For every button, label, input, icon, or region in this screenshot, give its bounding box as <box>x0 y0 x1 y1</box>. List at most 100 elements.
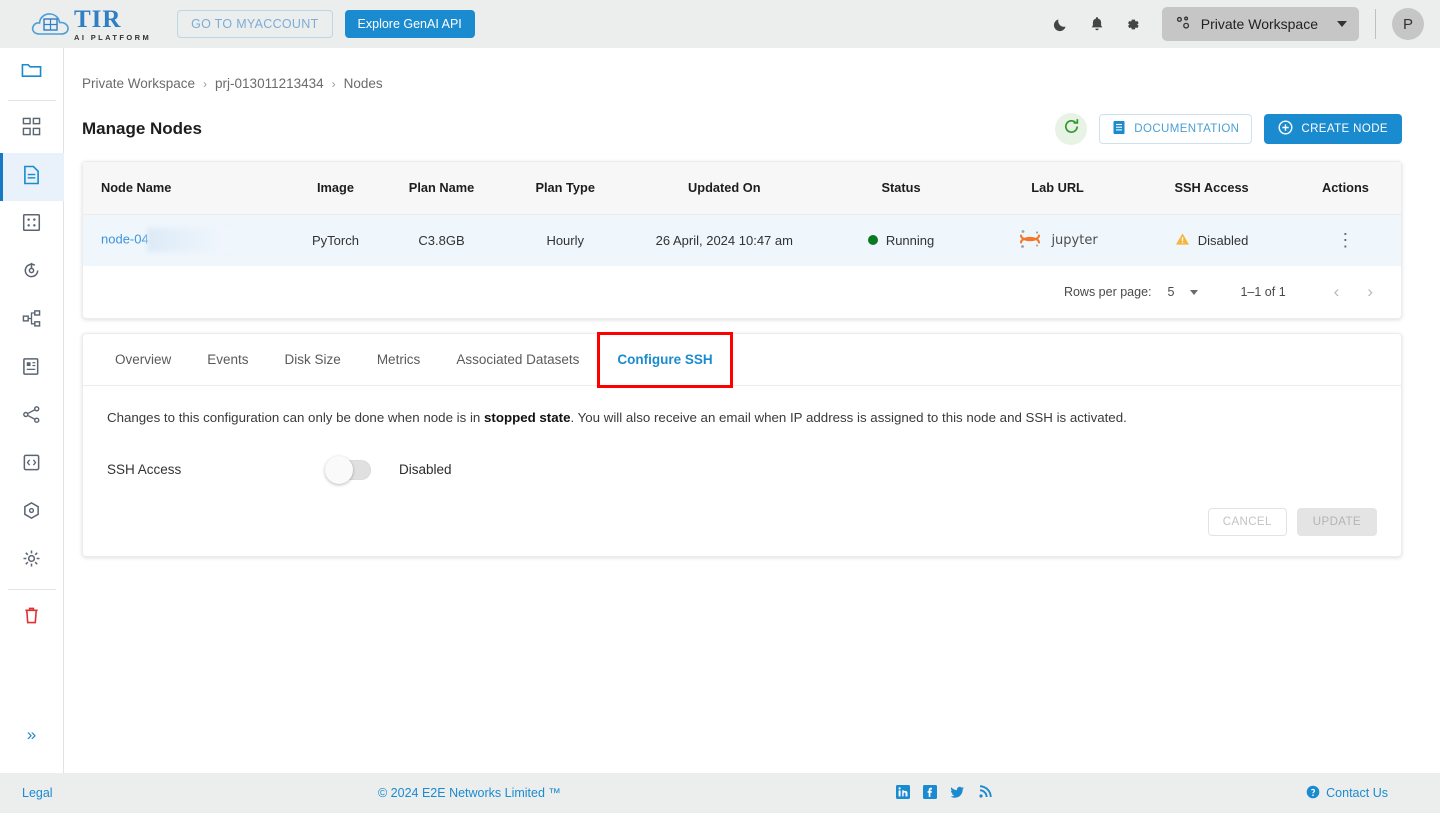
breadcrumb-separator: › <box>203 76 208 91</box>
documentation-button[interactable]: DOCUMENTATION <box>1099 114 1253 144</box>
footer-contact-us[interactable]: Contact Us <box>1306 785 1388 802</box>
code-brackets-icon <box>22 453 41 477</box>
column-header-updated-on: Updated On <box>628 162 821 215</box>
breadcrumb-item-workspace[interactable]: Private Workspace <box>82 76 195 91</box>
cloud-logo-icon <box>30 8 72 40</box>
user-avatar[interactable]: P <box>1392 8 1424 40</box>
app-logo[interactable]: TIR AI PLATFORM <box>30 7 151 42</box>
chevron-down-icon <box>1337 21 1347 27</box>
footer-social-links <box>896 784 992 802</box>
sidebar-item-datasets[interactable] <box>0 201 64 249</box>
tab-events[interactable]: Events <box>189 334 266 386</box>
target-inference-icon <box>22 261 41 285</box>
rows-per-page-select[interactable]: 5 <box>1168 285 1199 299</box>
refresh-button[interactable] <box>1055 113 1088 145</box>
sidebar-item-models[interactable] <box>0 489 64 537</box>
configure-ssh-body: Changes to this configuration can only b… <box>83 386 1401 556</box>
ssh-access-toggle[interactable] <box>325 455 371 484</box>
twitter-icon[interactable] <box>950 785 965 802</box>
divider <box>7 100 56 101</box>
workspace-icon <box>1174 15 1192 34</box>
create-node-label: CREATE NODE <box>1301 123 1388 135</box>
dark-mode-icon[interactable] <box>1046 9 1076 39</box>
ssh-notice-part1: Changes to this configuration can only b… <box>107 410 485 425</box>
pagination-next-button[interactable]: › <box>1353 282 1387 302</box>
sidebar-item-registry[interactable] <box>0 345 64 393</box>
dashboard-icon <box>22 117 41 141</box>
update-button[interactable]: UPDATE <box>1296 507 1377 536</box>
sidebar-item-code[interactable] <box>0 441 64 489</box>
status-label: Running <box>885 232 935 248</box>
column-header-actions: Actions <box>1289 162 1401 215</box>
tab-disk-size[interactable]: Disk Size <box>267 334 359 386</box>
gear-icon <box>22 549 41 573</box>
nodes-table-card: Node Name Image Plan Name Plan Type Upda… <box>82 161 1402 319</box>
grid-storage-icon <box>22 213 41 237</box>
logo-title: TIR <box>74 5 122 33</box>
workspace-selector[interactable]: Private Workspace <box>1161 7 1359 41</box>
jupyter-label: jupyter <box>1051 232 1098 248</box>
ssh-notice-part2: . You will also receive an email when IP… <box>570 410 1127 425</box>
contact-us-label: Contact Us <box>1326 786 1388 800</box>
documentation-label: DOCUMENTATION <box>1134 123 1240 135</box>
notifications-icon[interactable] <box>1082 9 1112 39</box>
cell-actions: ⋮ <box>1290 214 1401 266</box>
sidebar-item-endpoints[interactable] <box>0 393 64 441</box>
row-actions-menu-icon[interactable]: ⋮ <box>1336 230 1354 250</box>
column-header-image: Image <box>290 162 381 215</box>
sidebar-item-inference[interactable] <box>0 249 64 297</box>
explore-genai-api-button[interactable]: Explore GenAI API <box>344 10 475 38</box>
sidebar-expand-button[interactable]: » <box>0 711 64 759</box>
ssh-panel-actions: CANCEL UPDATE <box>107 507 1377 536</box>
rss-icon[interactable] <box>978 784 992 802</box>
column-header-node-name: Node Name <box>83 162 291 215</box>
tab-associated-datasets[interactable]: Associated Datasets <box>438 334 597 386</box>
tab-overview[interactable]: Overview <box>97 334 189 386</box>
cell-image: PyTorch <box>311 232 359 248</box>
breadcrumb-item-project[interactable]: prj-013011213434 <box>215 76 324 91</box>
jupyter-link[interactable]: jupyter <box>983 228 1132 253</box>
table-pagination: Rows per page: 5 1–1 of 1 ‹ › <box>83 266 1401 318</box>
sidebar-item-trash[interactable] <box>0 594 64 642</box>
pagination-prev-button[interactable]: ‹ <box>1320 282 1354 302</box>
plus-circle-icon <box>1278 120 1293 138</box>
share-nodes-icon <box>22 405 41 429</box>
top-bar: TIR AI PLATFORM GO TO MYACCOUNT Explore … <box>0 0 1440 48</box>
footer-legal-link[interactable]: Legal <box>22 786 53 800</box>
tab-configure-ssh[interactable]: Configure SSH <box>597 331 733 388</box>
column-header-status: Status <box>820 162 982 215</box>
facebook-icon[interactable] <box>923 784 937 802</box>
ssh-access-field-label: SSH Access <box>107 462 182 478</box>
rows-per-page-value: 5 <box>1167 285 1175 299</box>
sidebar-item-nodes[interactable] <box>0 153 64 201</box>
cancel-button[interactable]: CANCEL <box>1207 507 1287 536</box>
ssh-access-label: Disabled <box>1197 232 1249 248</box>
page-header-actions: DOCUMENTATION CREATE NODE <box>1055 113 1402 145</box>
main-content: Private Workspace › prj-013011213434 › N… <box>64 48 1440 773</box>
tab-metrics[interactable]: Metrics <box>359 334 439 386</box>
table-row[interactable]: node-04 PyTorch C3.8GB Hourly 26 April, … <box>83 214 1401 266</box>
workspace-label: Private Workspace <box>1200 16 1318 32</box>
settings-gear-icon[interactable] <box>1118 9 1148 39</box>
trash-icon <box>23 606 40 630</box>
jupyter-logo-icon <box>1017 228 1043 253</box>
sidebar-item-folder[interactable] <box>0 48 64 96</box>
node-name-link[interactable]: node-04 <box>101 232 149 247</box>
top-bar-right: Private Workspace P <box>1046 7 1424 41</box>
sidebar-item-settings[interactable] <box>0 537 64 585</box>
cell-lab-url: jupyter <box>982 214 1133 266</box>
linkedin-icon[interactable] <box>896 784 910 802</box>
sidebar-item-dashboard[interactable] <box>0 105 64 153</box>
breadcrumb-item-nodes[interactable]: Nodes <box>344 76 383 91</box>
sidebar-item-pipelines[interactable] <box>0 297 64 345</box>
divider <box>1375 9 1376 39</box>
go-to-myaccount-button[interactable]: GO TO MYACCOUNT <box>177 10 333 38</box>
document-node-icon <box>23 165 40 190</box>
ssh-notice: Changes to this configuration can only b… <box>107 408 1377 428</box>
help-circle-icon <box>1306 785 1320 802</box>
cube-model-icon <box>22 501 41 525</box>
nodes-table: Node Name Image Plan Name Plan Type Upda… <box>83 162 1401 266</box>
create-node-button[interactable]: CREATE NODE <box>1264 114 1402 144</box>
column-header-lab-url: Lab URL <box>981 162 1134 215</box>
cell-ssh-access: Disabled <box>1133 214 1290 266</box>
